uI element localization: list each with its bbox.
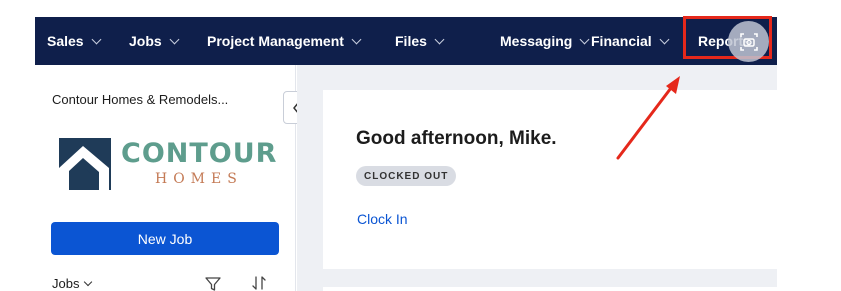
nav-item-files[interactable]: Files [395,17,445,65]
chevron-down-icon [659,34,670,44]
chevron-down-icon [434,34,445,44]
filter-icon[interactable] [205,277,221,291]
new-job-button[interactable]: New Job [51,222,279,255]
chevron-down-icon [84,277,93,286]
screenshot-button[interactable] [728,21,769,62]
logo-wordmark: CONTOUR [121,138,278,169]
nav-item-label: Financial [591,33,652,49]
greeting-heading: Good afternoon, Mike. [356,128,557,149]
sidebar: Contour Homes & Remodels... CONTOUR HOME… [35,65,296,291]
chevron-down-icon [351,34,362,44]
jobs-dropdown-label: Jobs [52,276,80,291]
chevron-down-icon [169,34,180,44]
top-navigation: Sales Jobs Project Management Files Mess… [35,17,777,65]
nav-item-label: Files [395,33,427,49]
chevron-down-icon [579,34,590,44]
nav-item-financial[interactable]: Financial [591,17,670,65]
nav-item-label: Project Management [207,33,344,49]
camera-icon [739,32,758,51]
status-badge: CLOCKED OUT [356,166,457,186]
nav-item-label: Sales [47,33,84,49]
sort-icon[interactable] [252,276,268,290]
jobs-dropdown[interactable]: Jobs [52,276,93,291]
greeting-card: Good afternoon, Mike. CLOCKED OUT Clock … [323,90,777,269]
nav-item-sales[interactable]: Sales [47,17,102,65]
nav-item-project-management[interactable]: Project Management [207,17,362,65]
logo-subtitle: HOMES [155,171,243,187]
main-content: Good afternoon, Mike. CLOCKED OUT Clock … [297,65,777,291]
company-logo-icon [59,138,111,190]
chevron-down-icon [91,34,102,44]
clock-in-link[interactable]: Clock In [357,211,408,227]
nav-item-jobs[interactable]: Jobs [129,17,180,65]
annotation-arrow-icon [616,76,680,160]
nav-item-label: Messaging [500,33,573,49]
nav-item-label: Jobs [129,33,162,49]
company-name[interactable]: Contour Homes & Remodels... [52,92,228,107]
secondary-card [323,287,777,291]
nav-item-messaging[interactable]: Messaging [500,17,590,65]
